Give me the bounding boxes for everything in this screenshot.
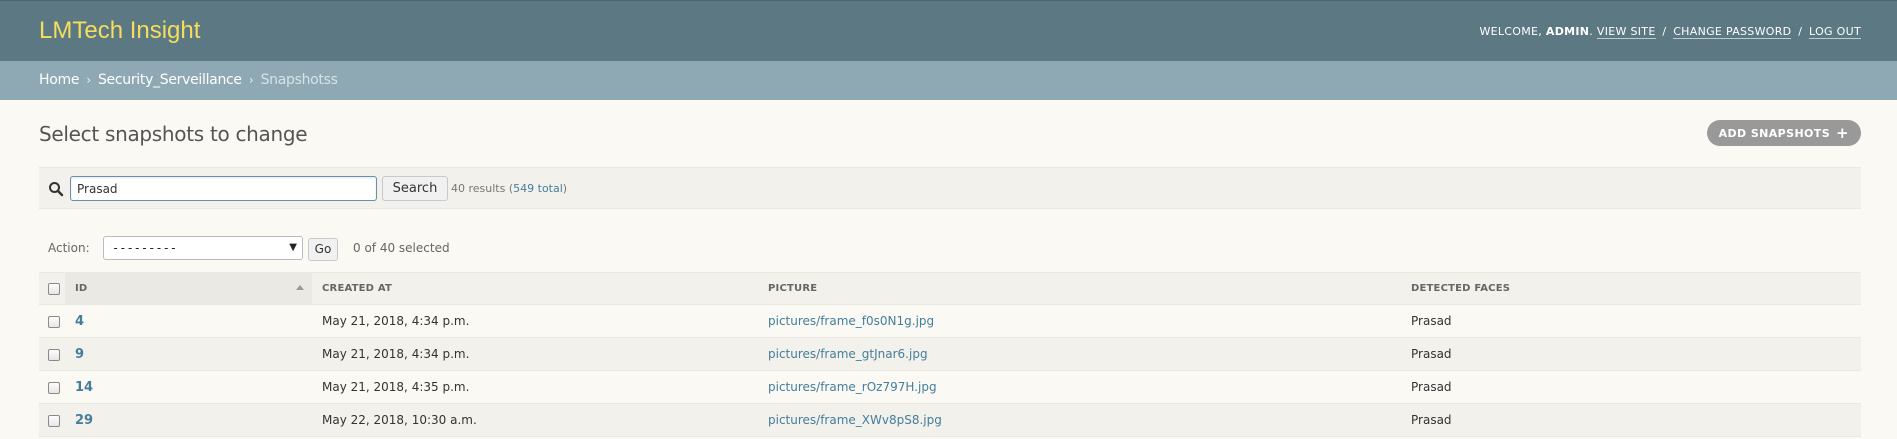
view-site-link[interactable]: VIEW SITE: [1596, 25, 1656, 39]
column-header-label: CREATED AT: [322, 283, 393, 294]
detected-faces-cell: Prasad: [1401, 370, 1861, 404]
site-header: LMTech Insight WELCOME, ADMIN. VIEW SITE…: [0, 0, 1897, 61]
row-select-cell: [39, 403, 65, 437]
user-tools-separator: /: [1798, 25, 1803, 38]
created-at-cell: May 21, 2018, 4:34 p.m.: [312, 304, 758, 338]
go-button[interactable]: Go: [308, 238, 338, 261]
search-input[interactable]: [70, 176, 377, 201]
created-at-cell: May 21, 2018, 4:35 p.m.: [312, 370, 758, 404]
table-header-row: ID CREATED AT PICTURE DETECTED FACES: [39, 272, 1861, 305]
select-all-header: [39, 272, 65, 305]
detected-faces-cell: Prasad: [1401, 304, 1861, 338]
site-brand[interactable]: LMTech Insight: [39, 17, 200, 45]
results-count-suffix: ): [562, 182, 568, 195]
select-all-checkbox[interactable]: [48, 282, 60, 295]
column-header-label: PICTURE: [768, 283, 818, 294]
welcome-text: WELCOME,: [1479, 25, 1546, 38]
action-select[interactable]: --------- ▼: [103, 236, 303, 260]
detected-faces-cell: Prasad: [1401, 337, 1861, 371]
column-header-picture[interactable]: PICTURE: [758, 272, 1401, 305]
row-checkbox[interactable]: [48, 348, 60, 361]
page-title: Select snapshots to change: [39, 122, 308, 146]
picture-cell: pictures/frame_gtJnar6.jpg: [758, 337, 1401, 371]
column-header-label: ID: [75, 283, 88, 294]
sort-ascending-icon[interactable]: [296, 285, 304, 290]
log-out-link[interactable]: LOG OUT: [1809, 25, 1861, 39]
column-header-detected-faces[interactable]: DETECTED FACES: [1401, 272, 1861, 305]
user-tools-separator: /: [1662, 25, 1667, 38]
column-header-created-at[interactable]: CREATED AT: [312, 272, 758, 305]
picture-link[interactable]: pictures/frame_f0s0N1g.jpg: [768, 314, 934, 328]
row-id-link[interactable]: 4: [75, 314, 84, 329]
detected-faces-cell: Prasad: [1401, 403, 1861, 437]
welcome-suffix: .: [1589, 25, 1594, 38]
picture-cell: pictures/frame_XWv8pS8.jpg: [758, 403, 1401, 437]
breadcrumb-chevron: ›: [86, 73, 91, 87]
id-cell: 14: [65, 370, 312, 404]
breadcrumb-chevron: ›: [248, 73, 254, 87]
table-row: 29 May 22, 2018, 10:30 a.m. pictures/fra…: [39, 403, 1861, 437]
table-row: 14 May 21, 2018, 4:35 p.m. pictures/fram…: [39, 370, 1861, 404]
change-password-link[interactable]: CHANGE PASSWORD: [1673, 25, 1792, 39]
column-header-label: DETECTED FACES: [1411, 283, 1511, 294]
results-count-text: 40 results (: [451, 182, 514, 195]
action-select-value: ---------: [112, 241, 178, 255]
actions-bar: Action: --------- ▼ Go 0 of 40 selected: [39, 234, 639, 262]
breadcrumb-app[interactable]: Security_Serveillance: [98, 72, 242, 88]
row-checkbox[interactable]: [48, 381, 60, 394]
id-cell: 4: [65, 304, 312, 338]
picture-cell: pictures/frame_f0s0N1g.jpg: [758, 304, 1401, 338]
row-select-cell: [39, 304, 65, 338]
id-cell: 29: [65, 403, 312, 437]
breadcrumb: Home › Security_Serveillance › Snapshots…: [0, 61, 1897, 100]
table-row: 4 May 21, 2018, 4:34 p.m. pictures/frame…: [39, 304, 1861, 338]
search-button[interactable]: Search: [382, 176, 448, 201]
id-cell: 9: [65, 337, 312, 371]
action-label: Action:: [48, 241, 90, 255]
created-at-cell: May 21, 2018, 4:34 p.m.: [312, 337, 758, 371]
chevron-down-icon: ▼: [289, 242, 297, 253]
row-id-link[interactable]: 9: [75, 347, 84, 362]
row-checkbox[interactable]: [48, 414, 60, 427]
row-select-cell: [39, 337, 65, 371]
picture-link[interactable]: pictures/frame_XWv8pS8.jpg: [768, 413, 942, 427]
username: ADMIN: [1545, 25, 1590, 38]
table-row: 9 May 21, 2018, 4:34 p.m. pictures/frame…: [39, 337, 1861, 371]
add-snapshots-button[interactable]: ADD SNAPSHOTS +: [1706, 120, 1861, 146]
breadcrumb-home[interactable]: Home: [39, 72, 79, 88]
row-checkbox[interactable]: [48, 315, 60, 328]
picture-link[interactable]: pictures/frame_gtJnar6.jpg: [768, 347, 928, 361]
search-icon: [49, 182, 64, 197]
results-table: ID CREATED AT PICTURE DETECTED FACES 4 M…: [39, 272, 1861, 437]
user-tools: WELCOME, ADMIN. VIEW SITE / CHANGE PASSW…: [1479, 25, 1861, 39]
row-id-link[interactable]: 14: [75, 380, 93, 395]
selected-count: 0 of 40 selected: [353, 241, 450, 255]
breadcrumb-current: Snapshotss: [260, 72, 338, 88]
show-all-link[interactable]: 549 total: [513, 182, 563, 195]
search-toolbar: Search 40 results (549 total): [39, 167, 1861, 209]
search-results-count: 40 results (549 total): [451, 182, 567, 195]
plus-icon: +: [1836, 124, 1849, 142]
add-snapshots-label: ADD SNAPSHOTS: [1718, 127, 1831, 140]
created-at-cell: May 22, 2018, 10:30 a.m.: [312, 403, 758, 437]
row-id-link[interactable]: 29: [75, 413, 93, 428]
column-header-id[interactable]: ID: [65, 272, 312, 305]
row-select-cell: [39, 370, 65, 404]
picture-cell: pictures/frame_rOz797H.jpg: [758, 370, 1401, 404]
picture-link[interactable]: pictures/frame_rOz797H.jpg: [768, 380, 937, 394]
